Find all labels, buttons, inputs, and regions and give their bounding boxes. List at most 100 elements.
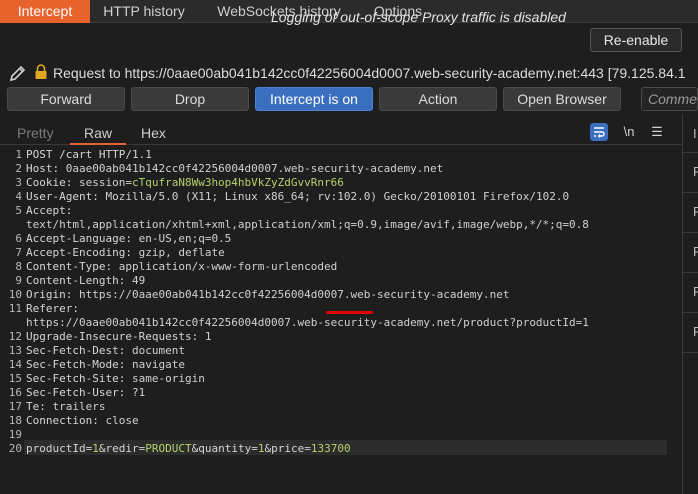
code-token: Accept: bbox=[26, 204, 73, 217]
line-number: 16 bbox=[8, 386, 22, 399]
code-token: Te: bbox=[26, 400, 53, 413]
line-number: 12 bbox=[8, 330, 22, 343]
line-content: Te: trailers bbox=[26, 400, 105, 414]
line-number: 10 bbox=[8, 288, 22, 301]
code-token: POST /cart HTTP/1.1 bbox=[26, 148, 152, 161]
line-number: 13 bbox=[8, 344, 22, 357]
code-token: &redir bbox=[98, 442, 139, 455]
price-annotation-underline bbox=[326, 311, 373, 314]
forward-button[interactable]: Forward bbox=[7, 87, 125, 111]
editor-line: 13 Sec-Fetch-Dest: document bbox=[0, 344, 680, 358]
line-number: 18 bbox=[8, 414, 22, 427]
code-token: &price bbox=[264, 442, 305, 455]
side-panel-item[interactable]: R bbox=[693, 164, 698, 179]
side-panel-item[interactable]: R bbox=[693, 284, 698, 299]
tab-http-history[interactable]: HTTP history bbox=[94, 0, 194, 23]
code-token: Sec-Fetch-User: bbox=[26, 386, 132, 399]
code-token: 1 bbox=[204, 330, 212, 343]
line-number: 19 bbox=[8, 428, 22, 441]
line-number: 2 bbox=[15, 162, 22, 175]
side-panel-divider bbox=[683, 272, 698, 273]
side-panel-divider bbox=[683, 352, 698, 353]
intercept-toggle-button[interactable]: Intercept is on bbox=[255, 87, 373, 111]
code-token: Connection: bbox=[26, 414, 106, 427]
line-content: Sec-Fetch-Site: same-origin bbox=[26, 372, 205, 386]
code-token: navigate bbox=[131, 358, 185, 371]
code-token: document bbox=[131, 344, 185, 357]
code-token: PRODUCT bbox=[145, 442, 192, 455]
editor-line: 20 productId=1&redir=PRODUCT&quantity=1&p… bbox=[0, 442, 680, 456]
side-panel-divider bbox=[683, 312, 698, 313]
subtab-hex[interactable]: Hex bbox=[141, 125, 166, 141]
line-content: https://0aae00ab041b142cc0f42256004d0007… bbox=[26, 316, 589, 330]
newline-icon[interactable]: \n bbox=[620, 123, 638, 141]
active-subtab-indicator bbox=[70, 143, 126, 145]
code-token: 0aae00ab041b142cc0f42256004d0007.web-sec… bbox=[65, 162, 444, 175]
line-number: 8 bbox=[15, 260, 22, 273]
line-content: Content-Length: 49 bbox=[26, 274, 145, 288]
line-number: 4 bbox=[15, 190, 22, 203]
lock-icon bbox=[35, 64, 47, 79]
re-enable-button[interactable]: Re-enable bbox=[590, 28, 682, 52]
code-token: Content-Type: bbox=[26, 260, 119, 273]
action-button[interactable]: Action bbox=[379, 87, 497, 111]
subtab-pretty[interactable]: Pretty bbox=[17, 125, 54, 141]
line-content: Origin: https://0aae00ab041b142cc0f42256… bbox=[26, 288, 509, 302]
pencil-icon[interactable] bbox=[8, 63, 28, 83]
line-content: Sec-Fetch-Dest: document bbox=[26, 344, 185, 358]
code-token: &quantity bbox=[191, 442, 252, 455]
side-panel-item[interactable]: I bbox=[693, 126, 697, 141]
subtab-raw[interactable]: Raw bbox=[84, 125, 112, 141]
line-number: 11 bbox=[8, 302, 22, 315]
code-token: Referer: bbox=[26, 302, 79, 315]
side-panel-divider bbox=[683, 232, 698, 233]
line-content: Content-Type: application/x-www-form-url… bbox=[26, 260, 337, 274]
code-token: https://0aae00ab041b142cc0f42256004d0007… bbox=[26, 316, 589, 329]
open-browser-button[interactable]: Open Browser bbox=[503, 87, 621, 111]
code-token: Origin: bbox=[26, 288, 79, 301]
wrap-icon[interactable] bbox=[590, 123, 608, 141]
editor-line: https://0aae00ab041b142cc0f42256004d0007… bbox=[0, 316, 680, 330]
code-token: 49 bbox=[131, 274, 146, 287]
side-panel-item[interactable]: R bbox=[693, 244, 698, 259]
line-number: 5 bbox=[15, 204, 22, 217]
editor-line: 6 Accept-Language: en-US,en;q=0.5 bbox=[0, 232, 680, 246]
line-content: text/html,application/xhtml+xml,applicat… bbox=[26, 218, 589, 232]
request-editor[interactable]: 1 POST /cart HTTP/1.1 2 Host: 0aae00ab041b1… bbox=[0, 146, 682, 494]
code-token: text/html,application/xhtml+xml,applicat… bbox=[26, 218, 589, 231]
drop-button[interactable]: Drop bbox=[131, 87, 249, 111]
editor-line: 2 Host: 0aae00ab041b142cc0f42256004d0007.… bbox=[0, 162, 680, 176]
code-token: application/x-www-form-urlencoded bbox=[118, 260, 338, 273]
line-content: User-Agent: Mozilla/5.0 (X11; Linux x86_… bbox=[26, 190, 569, 204]
editor-line: 10 Origin: https://0aae00ab041b142cc0f422… bbox=[0, 288, 680, 302]
editor-line: 12 Upgrade-Insecure-Requests: 1 bbox=[0, 330, 680, 344]
editor-line: 16 Sec-Fetch-User: ?1 bbox=[0, 386, 680, 400]
side-panel-divider bbox=[683, 192, 698, 193]
code-token: User-Agent: bbox=[26, 190, 106, 203]
line-number: 9 bbox=[15, 274, 22, 287]
editor-line: 15 Sec-Fetch-Site: same-origin bbox=[0, 372, 680, 386]
line-number: 6 bbox=[15, 232, 22, 245]
code-token: 133700 bbox=[310, 442, 351, 455]
editor-line: 18 Connection: close bbox=[0, 414, 680, 428]
editor-line: 19 bbox=[0, 428, 680, 442]
line-content: Sec-Fetch-User: ?1 bbox=[26, 386, 145, 400]
comment-field[interactable]: Commen bbox=[641, 87, 698, 111]
line-number: 3 bbox=[15, 176, 22, 189]
code-token: close bbox=[105, 414, 139, 427]
side-panel-item[interactable]: R bbox=[693, 204, 698, 219]
code-token: = bbox=[304, 442, 311, 455]
inspector-side-panel[interactable]: I R R R R R bbox=[682, 114, 698, 494]
line-number: 1 bbox=[15, 148, 22, 161]
side-panel-item[interactable]: R bbox=[693, 324, 698, 339]
editor-line: 4 User-Agent: Mozilla/5.0 (X11; Linux x86… bbox=[0, 190, 680, 204]
line-content: Accept-Language: en-US,en;q=0.5 bbox=[26, 232, 231, 246]
line-content: Cookie: session=cTqufraN8Ww3hop4hbVkZyZd… bbox=[26, 176, 344, 190]
editor-line: 5 Accept: bbox=[0, 204, 680, 218]
tab-intercept[interactable]: Intercept bbox=[0, 0, 90, 23]
code-token: session= bbox=[78, 176, 132, 189]
editor-line: 8 Content-Type: application/x-www-form-ur… bbox=[0, 260, 680, 274]
menu-icon[interactable]: ☰ bbox=[648, 123, 666, 141]
code-token: = bbox=[251, 442, 258, 455]
code-token: ?1 bbox=[131, 386, 146, 399]
